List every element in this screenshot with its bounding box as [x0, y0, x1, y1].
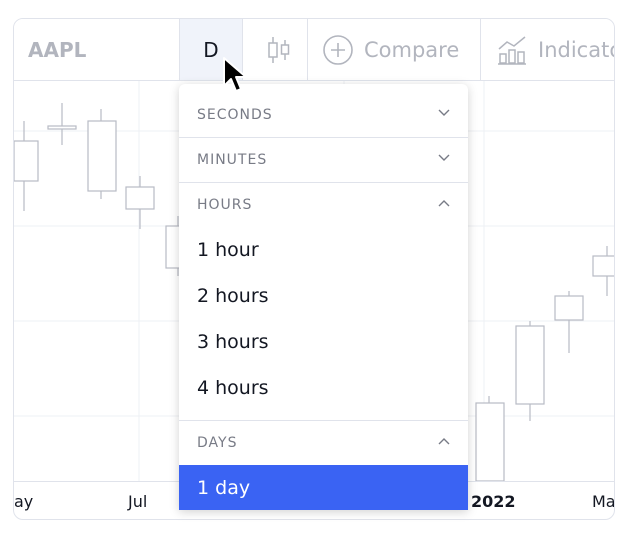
candle-body — [87, 120, 117, 192]
section-header-hours[interactable]: HOURS — [179, 183, 468, 227]
section-header-seconds[interactable]: SECONDS — [179, 93, 468, 137]
candle-body — [47, 125, 77, 130]
chevron-down-icon — [438, 109, 450, 116]
candle-body — [14, 140, 39, 182]
candle-body — [165, 225, 181, 269]
interval-option-3-hours[interactable]: 3 hours — [179, 319, 468, 365]
candle-body — [515, 325, 545, 405]
section-header-minutes[interactable]: MINUTES — [179, 138, 468, 182]
time-axis-label: Jul — [128, 492, 148, 511]
symbol-search-button[interactable]: AAPL — [28, 19, 86, 80]
symbol-label: AAPL — [28, 37, 87, 62]
top-toolbar: AAPL D Compare Indicato — [14, 19, 614, 81]
option-label: 4 hours — [197, 377, 269, 399]
time-axis-label: ay — [14, 492, 34, 511]
candle-body — [125, 186, 155, 210]
toolbar-divider — [307, 19, 308, 80]
indicators-label: Indicato — [538, 37, 615, 62]
interval-option-1-hour[interactable]: 1 hour — [179, 227, 468, 273]
section-title: DAYS — [197, 435, 238, 451]
candle-body — [592, 255, 614, 277]
chart-type-button[interactable] — [254, 19, 304, 80]
chevron-up-icon — [438, 438, 450, 445]
indicators-chart-icon — [498, 35, 526, 65]
chevron-down-icon — [438, 154, 450, 161]
interval-dropdown-menu: SECONDS MINUTES HOURS 1 hour 2 hours 3 h… — [179, 84, 468, 510]
chevron-up-icon — [438, 200, 450, 207]
option-label: 1 day — [197, 477, 251, 499]
section-title: MINUTES — [197, 152, 268, 168]
indicators-button[interactable]: Indicato — [496, 19, 615, 80]
time-axis-label: 2022 — [471, 492, 516, 511]
interval-option-1-day[interactable]: 1 day — [179, 465, 468, 510]
interval-option-2-hours[interactable]: 2 hours — [179, 273, 468, 319]
mouse-pointer-icon — [223, 57, 247, 92]
candle-body — [554, 295, 584, 321]
option-label: 2 hours — [197, 285, 269, 307]
section-title: HOURS — [197, 197, 253, 213]
interval-option-4-hours[interactable]: 4 hours — [179, 365, 468, 411]
section-header-days[interactable]: DAYS — [179, 421, 468, 465]
section-title: SECONDS — [197, 107, 273, 123]
compare-button[interactable]: Compare — [322, 19, 482, 80]
time-axis-label: Ma — [592, 492, 615, 511]
candle-body — [475, 402, 505, 482]
interval-label: D — [203, 37, 219, 62]
option-label: 3 hours — [197, 331, 269, 353]
candles-icon — [268, 36, 290, 63]
plus-circle-icon — [323, 34, 353, 65]
option-label: 1 hour — [197, 239, 259, 261]
compare-label: Compare — [364, 37, 460, 62]
toolbar-divider — [480, 19, 481, 80]
